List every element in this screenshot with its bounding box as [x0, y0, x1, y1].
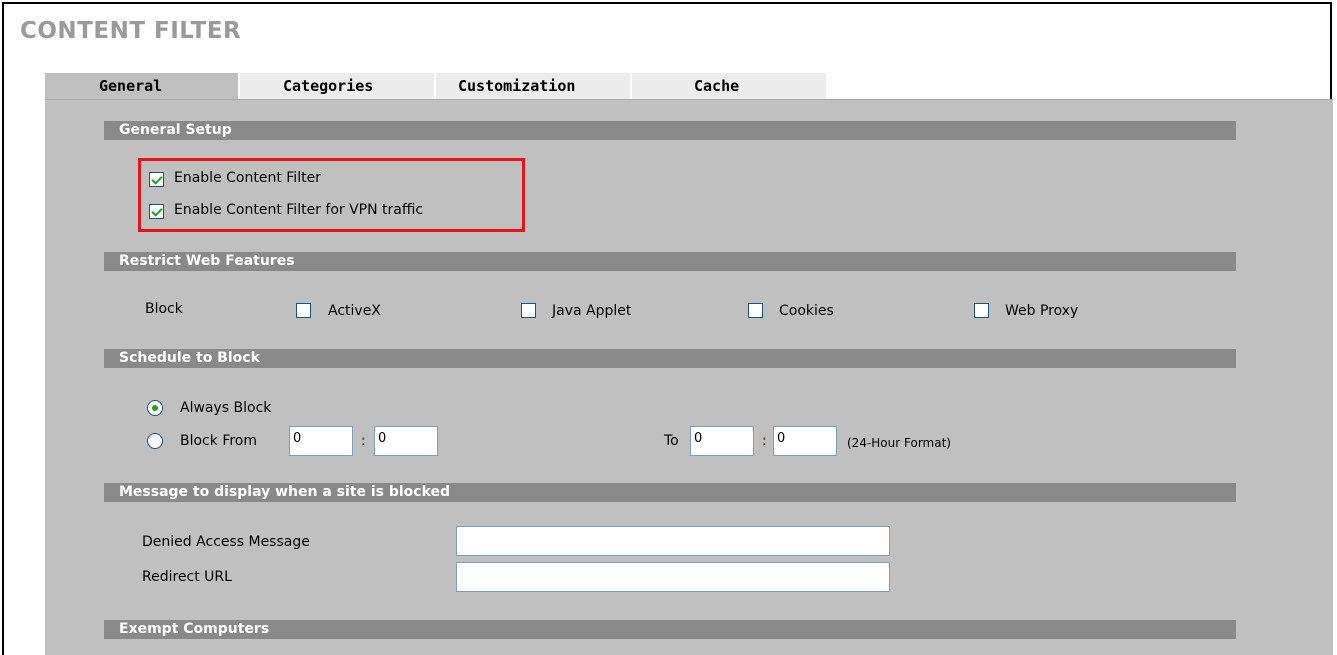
page-title: CONTENT FILTER — [20, 18, 242, 44]
tab-general-label: General — [99, 77, 163, 95]
format-note: (24-Hour Format) — [847, 436, 951, 450]
web-proxy-checkbox[interactable] — [974, 303, 989, 318]
from-colon: : — [361, 433, 366, 449]
web-proxy-label: Web Proxy — [1005, 303, 1079, 319]
to-colon: : — [762, 433, 767, 449]
block-from-radio[interactable] — [147, 433, 163, 449]
highlight-box — [138, 158, 525, 232]
redirect-url-label: Redirect URL — [142, 569, 232, 585]
cookies-label: Cookies — [779, 303, 834, 319]
tab-customization[interactable]: Customization — [436, 73, 630, 99]
to-minute-input[interactable]: 0 — [773, 426, 837, 456]
redirect-url-input[interactable] — [456, 562, 890, 592]
tab-general[interactable]: General — [45, 73, 238, 99]
to-hour-input[interactable]: 0 — [690, 426, 754, 456]
tab-customization-label: Customization — [458, 77, 576, 95]
activex-label: ActiveX — [328, 303, 381, 319]
denied-access-label: Denied Access Message — [142, 534, 310, 550]
section-blocked-message: Message to display when a site is blocke… — [104, 483, 1236, 502]
cookies-checkbox[interactable] — [748, 303, 763, 318]
tab-cache[interactable]: Cache — [632, 73, 826, 99]
tab-categories-label: Categories — [283, 77, 374, 95]
section-exempt-computers: Exempt Computers — [104, 620, 1236, 639]
section-schedule-to-block: Schedule to Block — [104, 349, 1236, 368]
java-applet-checkbox[interactable] — [521, 303, 536, 318]
block-label: Block — [145, 301, 183, 317]
from-minute-input[interactable]: 0 — [374, 426, 438, 456]
to-label: To — [664, 433, 679, 449]
section-restrict-web-features: Restrict Web Features — [104, 252, 1236, 271]
always-block-radio[interactable] — [147, 400, 163, 416]
block-from-label: Block From — [180, 433, 257, 449]
tab-cache-label: Cache — [694, 77, 740, 95]
java-applet-label: Java Applet — [552, 303, 632, 319]
tab-categories[interactable]: Categories — [240, 73, 434, 99]
section-general-setup: General Setup — [104, 121, 1236, 140]
activex-checkbox[interactable] — [296, 303, 311, 318]
denied-access-input[interactable] — [456, 526, 890, 556]
from-hour-input[interactable]: 0 — [289, 426, 353, 456]
always-block-label: Always Block — [180, 400, 272, 416]
